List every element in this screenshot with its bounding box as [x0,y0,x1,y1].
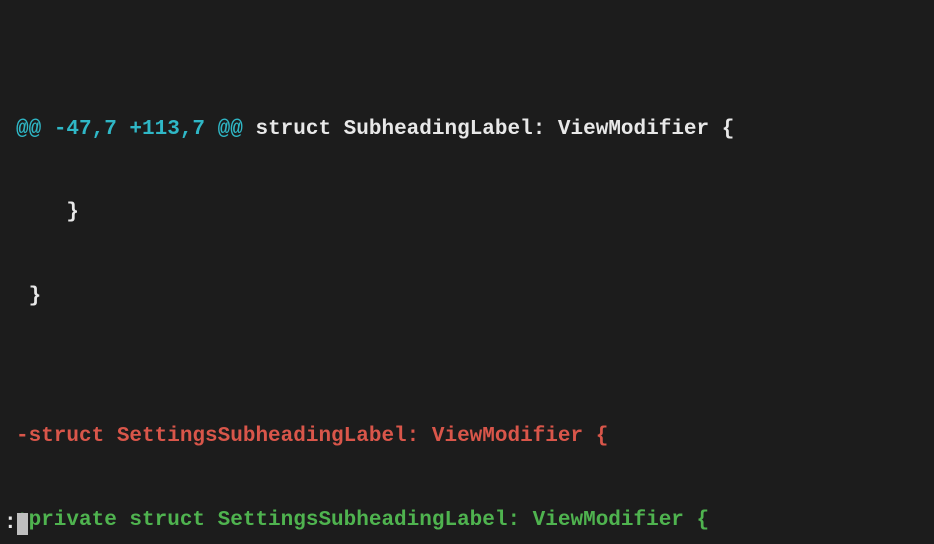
diff-viewer: @@ -47,7 +113,7 @@ struct SubheadingLabe… [0,0,934,544]
pager-prompt[interactable]: : [0,510,32,538]
cursor [17,513,28,535]
hunk-marker: @@ [205,118,243,141]
removed-line: -struct SettingsSubheadingLabel: ViewMod… [0,423,934,451]
hunk-heading: struct SubheadingLabel: ViewModifier { [243,118,734,141]
hunk-marker: @@ [16,118,54,141]
hunk-header: @@ -47,7 +113,7 @@ struct SubheadingLabe… [0,116,934,144]
context-line: } [0,283,934,311]
context-line: } [0,199,934,227]
added-line: +private struct SettingsSubheadingLabel:… [0,507,934,535]
prompt-colon: : [4,510,17,538]
hunk-range: -47,7 +113,7 [54,118,205,141]
